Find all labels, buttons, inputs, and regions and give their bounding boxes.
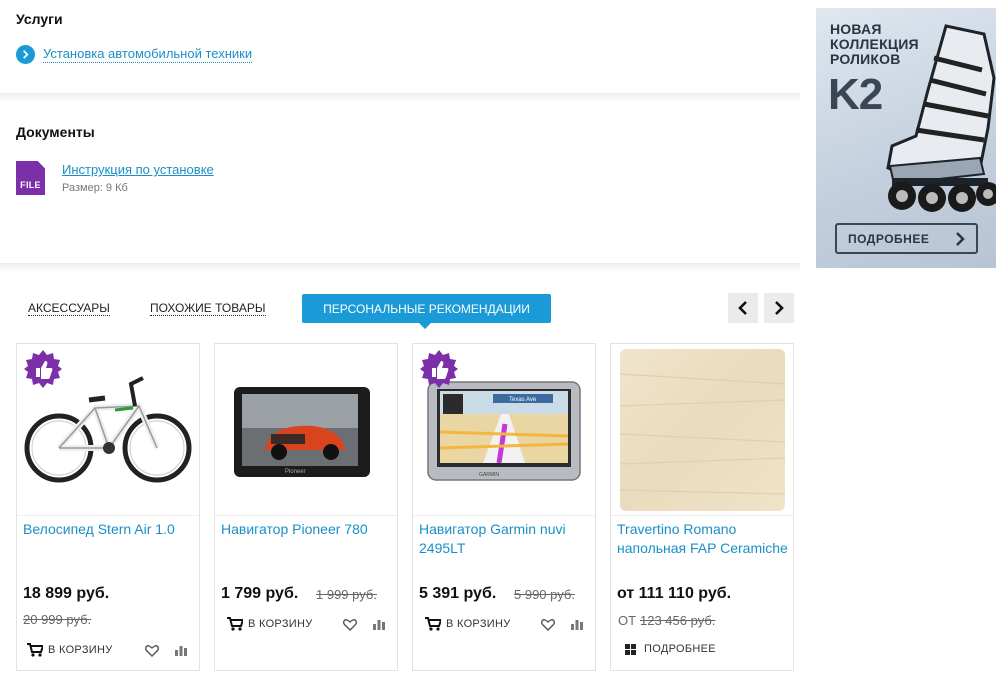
product-image[interactable] [17,344,199,516]
tab-label: АКСЕССУАРЫ [28,301,110,316]
cart-icon [227,617,243,631]
cart-icon [27,643,43,657]
product-old-price: 20 999 руб. [23,612,92,627]
product-name[interactable]: Велосипед Stern Air 1.0 [23,520,195,539]
document-link[interactable]: Инструкция по установке [62,162,214,177]
add-to-cart-button[interactable]: В КОРЗИНУ [27,643,113,657]
divider [0,93,800,103]
banner-more-button[interactable]: ПОДРОБНЕЕ [835,223,978,254]
product-image[interactable] [611,344,793,516]
tab-accessories[interactable]: АКСЕССУАРЫ [28,294,110,323]
compare-chart-icon[interactable] [571,618,583,630]
product-card[interactable]: Texas Ave GARMIN Навигатор Garmin nuvi 2… [412,343,596,671]
active-tab-pointer [419,323,431,329]
banner-line-2: КОЛЛЕКЦИЯ [830,36,919,52]
thumbs-up-badge-icon [420,350,458,388]
file-icon: FILE [16,161,45,195]
device-brand: GARMIN [479,472,499,478]
banner-button-label: ПОДРОБНЕЕ [848,231,930,246]
tile-image [619,349,786,511]
pioneer-navigator-image: Pioneer [234,387,370,477]
tab-label: ПЕРСОНАЛЬНЫЕ РЕКОМЕНДАЦИИ [323,301,530,316]
map-street-label: Texas Ave [509,397,537,403]
chevron-left-icon [738,301,747,315]
screen-brand: Pioneer [285,469,306,475]
details-button[interactable]: ПОДРОБНЕЕ [625,643,716,655]
service-link-label: Установка автомобильной техники [43,46,253,63]
banner-line-1: НОВАЯ [830,21,882,37]
details-label: ПОДРОБНЕЕ [644,643,716,655]
tab-label: ПОХОЖИЕ ТОВАРЫ [150,301,266,316]
product-card[interactable]: Travertino Romano напольная FAP Ceramich… [610,343,794,671]
page: Услуги Установка автомобильной техники Д… [0,0,1003,679]
product-price: 18 899 руб. [23,585,110,602]
carousel-next-button[interactable] [764,293,794,323]
cart-icon [425,617,441,631]
compare-chart-icon[interactable] [373,618,385,630]
product-image[interactable]: Pioneer [215,344,397,516]
tab-similar[interactable]: ПОХОЖИЕ ТОВАРЫ [150,294,266,323]
heart-icon[interactable] [541,619,555,631]
tab-personal-recommendations[interactable]: ПЕРСОНАЛЬНЫЕ РЕКОМЕНДАЦИИ [302,294,551,329]
document-size: Размер: 9 Кб [62,182,128,194]
product-old-price: 1 999 руб. [316,587,377,602]
grid-icon [625,643,636,655]
chevron-right-icon [956,232,965,246]
add-to-cart-button[interactable]: В КОРЗИНУ [227,617,313,631]
product-old-price-prefix: ОТ [618,613,637,628]
banner-line-3: РОЛИКОВ [830,51,901,67]
services-title: Услуги [16,11,63,27]
product-image[interactable]: Texas Ave GARMIN [413,344,595,516]
thumbs-up-badge-icon [24,350,62,388]
product-old-price: 123 456 руб. [640,613,716,628]
divider [0,263,800,273]
add-to-cart-label: В КОРЗИНУ [248,618,313,630]
add-to-cart-label: В КОРЗИНУ [446,618,511,630]
product-price: 1 799 руб. [221,585,299,602]
banner-brand: K2 [828,70,883,119]
add-to-cart-label: В КОРЗИНУ [48,644,113,656]
product-name[interactable]: Навигатор Pioneer 780 [221,520,393,539]
product-card[interactable]: Pioneer Навигатор Pioneer 780 1 799 руб.… [214,343,398,671]
file-icon-label: FILE [20,180,41,190]
product-price: 5 391 руб. [419,585,497,602]
carousel-prev-button[interactable] [728,293,758,323]
documents-title: Документы [16,124,95,140]
product-old-price: 5 990 руб. [514,587,575,602]
product-card[interactable]: Велосипед Stern Air 1.0 18 899 руб. 20 9… [16,343,200,671]
chevron-right-icon [16,45,35,64]
add-to-cart-button[interactable]: В КОРЗИНУ [425,617,511,631]
promo-banner[interactable]: НОВАЯ КОЛЛЕКЦИЯ РОЛИКОВ K2 ПОДРОБНЕЕ [816,8,996,268]
compare-chart-icon[interactable] [175,644,187,656]
heart-icon[interactable] [343,619,357,631]
product-name[interactable]: Навигатор Garmin nuvi 2495LT [419,520,591,558]
product-price: от 111 110 руб. [617,585,732,602]
heart-icon[interactable] [145,645,159,657]
product-name[interactable]: Travertino Romano напольная FAP Ceramich… [617,520,789,558]
service-link-installation[interactable]: Установка автомобильной техники [16,45,253,64]
chevron-right-icon [775,301,784,315]
